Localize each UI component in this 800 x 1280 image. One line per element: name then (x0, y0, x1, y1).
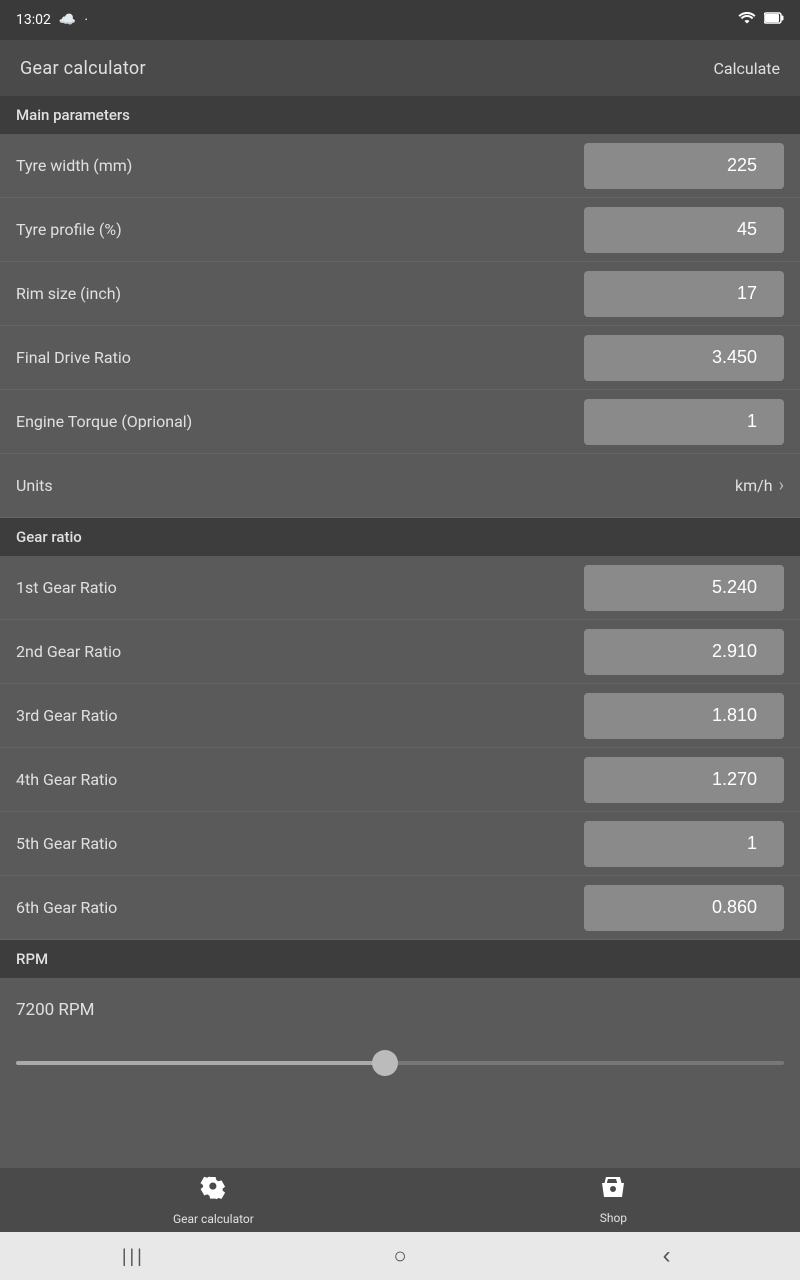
gear6-row: 6th Gear Ratio (0, 876, 800, 940)
gear5-label: 5th Gear Ratio (16, 834, 117, 853)
rpm-row: 7200 RPM (0, 978, 800, 1042)
gear2-row: 2nd Gear Ratio (0, 620, 800, 684)
gear1-label: 1st Gear Ratio (16, 578, 117, 597)
gear2-label: 2nd Gear Ratio (16, 642, 121, 661)
gear1-input[interactable] (584, 565, 784, 611)
status-bar-left: 13:02 ☁️ · (16, 12, 88, 28)
units-value-text: km/h (735, 476, 773, 495)
battery-icon (764, 12, 784, 28)
android-nav: ||| ○ ‹ (0, 1232, 800, 1280)
tyre-profile-input[interactable] (584, 207, 784, 253)
engine-torque-label: Engine Torque (Oprional) (16, 412, 192, 431)
tyre-width-input[interactable] (584, 143, 784, 189)
android-home-button[interactable]: ○ (370, 1243, 430, 1269)
gear3-label: 3rd Gear Ratio (16, 706, 118, 725)
nav-shop-label: Shop (600, 1211, 627, 1225)
android-menu-button[interactable]: ||| (103, 1246, 163, 1267)
status-bar: 13:02 ☁️ · (0, 0, 800, 40)
notification-icon: · (84, 12, 88, 28)
engine-torque-row: Engine Torque (Oprional) (0, 390, 800, 454)
tyre-profile-label: Tyre profile (%) (16, 220, 122, 239)
gear3-input[interactable] (584, 693, 784, 739)
app-bar: Gear calculator Calculate (0, 40, 800, 96)
gear5-input[interactable] (584, 821, 784, 867)
rpm-header: RPM (0, 940, 800, 978)
final-drive-label: Final Drive Ratio (16, 348, 131, 367)
nav-gear-calculator[interactable]: Gear calculator (173, 1174, 254, 1226)
final-drive-input[interactable] (584, 335, 784, 381)
android-back-button[interactable]: ‹ (637, 1242, 697, 1270)
engine-torque-input[interactable] (584, 399, 784, 445)
gear5-row: 5th Gear Ratio (0, 812, 800, 876)
rpm-slider[interactable] (16, 1061, 784, 1065)
final-drive-row: Final Drive Ratio (0, 326, 800, 390)
gear6-input[interactable] (584, 885, 784, 931)
rpm-value: 7200 RPM (16, 1000, 94, 1020)
nav-gear-label: Gear calculator (173, 1212, 254, 1226)
rpm-slider-container (0, 1042, 800, 1085)
app-title: Gear calculator (20, 58, 146, 79)
rim-size-row: Rim size (inch) (0, 262, 800, 326)
status-bar-right (738, 11, 784, 29)
rim-size-input[interactable] (584, 271, 784, 317)
gear4-row: 4th Gear Ratio (0, 748, 800, 812)
calculate-button[interactable]: Calculate (713, 59, 780, 78)
shop-icon (600, 1175, 626, 1207)
rim-size-label: Rim size (inch) (16, 284, 121, 303)
main-params-header: Main parameters (0, 96, 800, 134)
gear4-label: 4th Gear Ratio (16, 770, 117, 789)
bottom-nav: Gear calculator Shop (0, 1168, 800, 1232)
gear6-label: 6th Gear Ratio (16, 898, 117, 917)
wifi-icon (738, 11, 756, 29)
gear1-row: 1st Gear Ratio (0, 556, 800, 620)
cloud-icon: ☁️ (59, 12, 76, 28)
tyre-profile-row: Tyre profile (%) (0, 198, 800, 262)
gear4-input[interactable] (584, 757, 784, 803)
gear2-input[interactable] (584, 629, 784, 675)
tyre-width-row: Tyre width (mm) (0, 134, 800, 198)
gear-calculator-icon (199, 1174, 227, 1208)
nav-shop[interactable]: Shop (600, 1175, 627, 1225)
main-content: Main parameters Tyre width (mm) Tyre pro… (0, 96, 800, 1280)
tyre-width-label: Tyre width (mm) (16, 156, 132, 175)
units-selector[interactable]: km/h › (735, 475, 784, 496)
gear3-row: 3rd Gear Ratio (0, 684, 800, 748)
chevron-right-icon: › (779, 475, 784, 496)
status-time: 13:02 (16, 12, 51, 28)
gear-ratio-header: Gear ratio (0, 518, 800, 556)
units-label: Units (16, 476, 53, 495)
units-row[interactable]: Units km/h › (0, 454, 800, 518)
